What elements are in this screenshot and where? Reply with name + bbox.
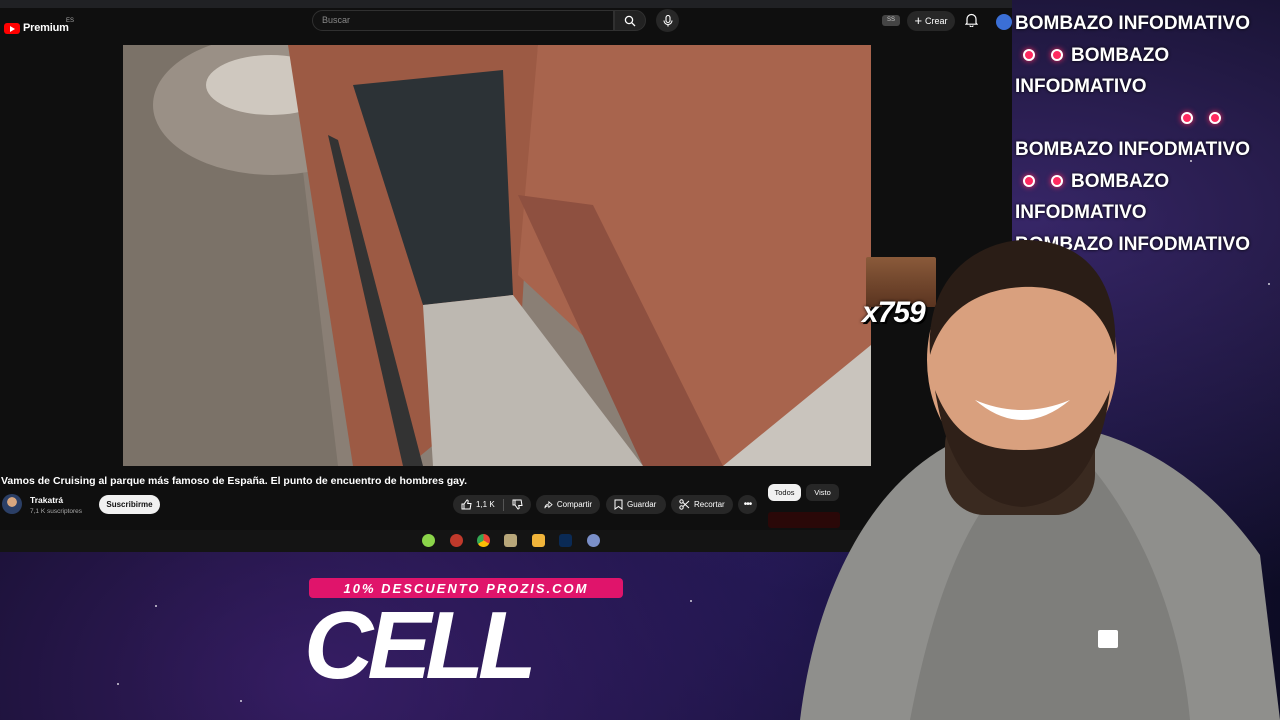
channel-avatar[interactable] xyxy=(2,494,22,514)
video-player[interactable] xyxy=(123,45,871,466)
header-badge: SS xyxy=(882,15,900,26)
share-icon xyxy=(544,500,553,508)
bookmark-icon xyxy=(614,499,623,510)
search-input[interactable]: Buscar xyxy=(312,10,614,31)
country-code: ES xyxy=(66,18,75,24)
ticker-line: BOMBAZO INFODMATIVO xyxy=(1015,166,1277,229)
news-ticker: BOMBAZO INFODMATIVO BOMBAZO INFODMATIVO … xyxy=(1015,8,1277,260)
share-button[interactable]: Compartir xyxy=(536,495,600,514)
notifications-button[interactable] xyxy=(964,13,979,32)
more-actions-button[interactable]: ••• xyxy=(738,495,757,514)
ticker-line: BOMBAZO INFODMATIVO xyxy=(1015,139,1251,160)
ticker-line xyxy=(1015,103,1277,135)
ticker-dot-icon xyxy=(1023,175,1035,188)
folder-icon[interactable] xyxy=(532,534,545,547)
ticker-dot-icon xyxy=(1209,112,1221,125)
video-title: Vamos de Cruising al parque más famoso d… xyxy=(1,475,467,487)
plus-icon: + xyxy=(914,13,923,28)
chrome-icon[interactable] xyxy=(477,534,490,547)
clip-button[interactable]: Recortar xyxy=(671,495,733,514)
app-icon[interactable] xyxy=(450,534,463,547)
like-count[interactable]: 1,1 K xyxy=(476,500,495,509)
user-avatar[interactable] xyxy=(996,14,1012,30)
voice-search-button[interactable] xyxy=(656,9,679,32)
ticker-dot-icon xyxy=(1023,49,1035,62)
brand-logo-text: CELL xyxy=(304,592,537,699)
save-button[interactable]: Guardar xyxy=(606,495,666,514)
create-label: Crear xyxy=(925,16,948,26)
app-icon[interactable] xyxy=(587,534,600,547)
channel-name[interactable]: Trakatrá xyxy=(30,495,63,505)
tab-strip[interactable] xyxy=(0,0,1012,8)
create-button[interactable]: + Crear xyxy=(907,11,955,31)
subscribe-button[interactable]: Suscribirme xyxy=(99,495,160,514)
ticker-dot-icon xyxy=(1051,49,1063,62)
search-button[interactable] xyxy=(614,10,646,31)
ticker-dot-icon xyxy=(1181,112,1193,125)
app-icon[interactable] xyxy=(422,534,435,547)
star xyxy=(155,605,157,607)
youtube-logo[interactable]: Premium ES xyxy=(4,18,74,34)
star xyxy=(690,600,692,602)
webcam-feed xyxy=(800,240,1280,720)
ticker-line: BOMBAZO INFODMATIVO xyxy=(1015,40,1277,103)
save-label: Guardar xyxy=(627,500,657,509)
ticker-text: BOMBAZO INFODMATIVO xyxy=(1015,44,1170,98)
subscriber-count: 7,1 K suscriptores xyxy=(30,508,83,515)
scissors-icon xyxy=(679,499,690,510)
app-icon[interactable] xyxy=(504,534,517,547)
ticker-dot-icon xyxy=(1051,175,1063,188)
thumbs-up-icon[interactable] xyxy=(461,499,472,510)
like-dislike-group: 1,1 K xyxy=(453,495,531,514)
microphone-icon xyxy=(662,14,673,26)
ticker-line: BOMBAZO INFODMATIVO xyxy=(1015,13,1251,34)
photoshop-icon[interactable] xyxy=(559,534,572,547)
share-label: Compartir xyxy=(556,500,592,509)
star xyxy=(240,700,242,702)
search-icon xyxy=(624,15,636,26)
thumbs-down-icon[interactable] xyxy=(512,499,523,510)
ticker-text: BOMBAZO INFODMATIVO xyxy=(1015,170,1170,224)
star xyxy=(117,683,119,685)
video-frame xyxy=(123,45,871,466)
clip-label: Recortar xyxy=(694,500,725,509)
more-icon: ••• xyxy=(743,499,752,510)
youtube-play-icon xyxy=(4,22,20,34)
logo-text: Premium xyxy=(23,22,69,34)
bell-icon xyxy=(964,13,979,28)
